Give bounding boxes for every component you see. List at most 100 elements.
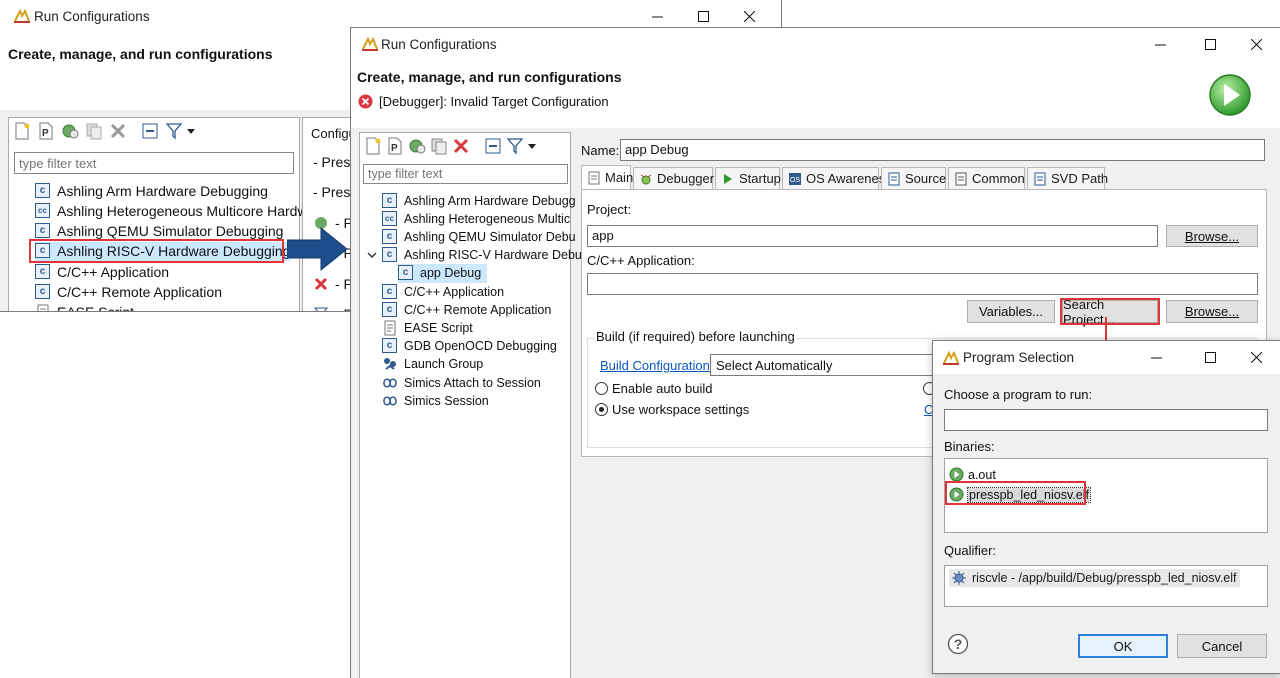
collapse-all-icon[interactable]	[141, 122, 159, 140]
bg-window-title: Run Configurations	[34, 9, 150, 24]
tree-item[interactable]: Launch Group	[382, 355, 483, 374]
close-button[interactable]	[1233, 28, 1279, 60]
tab-main[interactable]: Main	[581, 165, 633, 189]
bg-tree-item[interactable]: c C/C++ Application	[35, 262, 169, 281]
choose-program-label: Choose a program to run:	[944, 387, 1093, 402]
tree-item-label: Ashling RISC-V Hardware Debu	[404, 248, 582, 263]
delete-icon[interactable]	[109, 122, 127, 140]
cancel-label: Cancel	[1201, 638, 1243, 654]
tab-os-awareness[interactable]: OS OS Awareness	[782, 167, 892, 189]
tree-item[interactable]: Simics Attach to Session	[382, 373, 541, 392]
tree-item[interactable]: c Ashling RISC-V Hardware Debu	[382, 246, 582, 265]
source-tab-icon	[887, 172, 901, 186]
chevron-down-icon[interactable]	[367, 246, 377, 265]
dialog-minimize-button[interactable]	[1133, 341, 1179, 373]
bg-tree-item[interactable]: c Ashling RISC-V Hardware Debugging	[35, 241, 291, 261]
multicore-config-icon: cc	[382, 210, 398, 227]
bg-filter-input[interactable]	[14, 152, 294, 174]
project-label: Project:	[587, 202, 632, 217]
binary-item-label: a.out	[968, 467, 996, 482]
debugger-tab-icon	[639, 172, 653, 186]
tab-startup[interactable]: Startup	[715, 167, 781, 189]
cancel-button[interactable]: Cancel	[1177, 634, 1267, 658]
dropdown-arrow-icon[interactable]	[526, 137, 538, 155]
simics-icon	[382, 375, 398, 391]
project-browse-button[interactable]: Browse...	[1166, 225, 1258, 247]
new-config-icon[interactable]	[13, 122, 31, 140]
tree-item-app-debug[interactable]: c app Debug	[398, 263, 488, 283]
cpp-application-input[interactable]	[587, 273, 1258, 295]
maximize-button[interactable]	[1187, 28, 1233, 60]
export-config-icon[interactable]	[61, 122, 79, 140]
build-configuration-select[interactable]: Select Automatically	[710, 354, 940, 376]
duplicate-icon[interactable]	[430, 137, 448, 155]
tree-item[interactable]: cc Ashling Heterogeneous Multic	[382, 209, 570, 228]
export-config-icon[interactable]	[408, 137, 426, 155]
tree-item[interactable]: c C/C++ Application	[382, 282, 504, 301]
filter-input[interactable]	[363, 164, 568, 184]
new-prototype-icon[interactable]: P	[386, 137, 404, 155]
bg-tree-item[interactable]: c Ashling QEMU Simulator Debugging	[35, 222, 283, 241]
bg-tree-item-label: EASE Script	[57, 304, 134, 311]
tab-svd-path[interactable]: SVD Path	[1027, 167, 1108, 189]
dropdown-arrow-icon[interactable]	[185, 122, 197, 140]
bg-tree-item[interactable]: EASE Script	[35, 303, 134, 311]
bg-left-panel: P cAshling Arm Hardware DebuggingccAshli…	[8, 117, 308, 311]
minimize-button[interactable]	[1137, 28, 1183, 60]
qualifier-item[interactable]: riscvle - /app/build/Debug/presspb_led_n…	[949, 569, 1240, 587]
tree-item-label: Simics Session	[404, 393, 489, 408]
new-config-icon[interactable]	[364, 137, 382, 155]
eclipse-run-icon	[943, 351, 959, 365]
tree-item[interactable]: c Ashling QEMU Simulator Debu	[382, 227, 576, 246]
tree-item[interactable]: c C/C++ Remote Application	[382, 300, 551, 319]
binary-item[interactable]: a.out	[949, 465, 996, 484]
tree-item[interactable]: Simics Session	[382, 391, 489, 410]
tree-item[interactable]: EASE Script	[382, 318, 473, 337]
tab-label: Debugger	[657, 171, 715, 186]
ok-button[interactable]: OK	[1078, 634, 1168, 658]
project-browse-label: Browse...	[1184, 228, 1240, 244]
variables-label: Variables...	[978, 304, 1044, 319]
enable-auto-build-radio[interactable]	[595, 382, 608, 395]
c-config-icon: c	[35, 182, 51, 199]
tree-item[interactable]: c Ashling Arm Hardware Debugg	[382, 191, 576, 210]
name-input[interactable]: app Debug	[620, 139, 1265, 161]
tab-source[interactable]: Source	[881, 167, 946, 189]
build-configuration-link[interactable]: Build Configuration:	[600, 358, 713, 373]
tab-common[interactable]: Common	[948, 167, 1025, 189]
filter-icon	[313, 306, 329, 311]
collapse-all-icon[interactable]	[484, 137, 502, 155]
filter-icon[interactable]	[506, 137, 524, 155]
tab-debugger[interactable]: Debugger	[633, 167, 715, 189]
bg-tree-item-label: C/C++ Application	[57, 263, 170, 280]
bg-tree-item[interactable]: cc Ashling Heterogeneous Multicore Hardw	[35, 201, 308, 220]
choose-program-input[interactable]	[944, 409, 1268, 431]
filter-icon[interactable]	[165, 122, 183, 140]
variables-button[interactable]: Variables...	[967, 300, 1055, 323]
tab-label: OS Awareness	[806, 171, 892, 186]
bg-tree-item[interactable]: c C/C++ Remote Application	[35, 283, 222, 302]
project-input[interactable]: app	[587, 225, 1158, 247]
tree-item-label: Ashling Heterogeneous Multic	[404, 211, 571, 226]
cpp-browse-button[interactable]: Browse...	[1166, 300, 1258, 323]
bg-tree-item-label: C/C++ Remote Application	[57, 284, 222, 300]
delete-icon[interactable]	[452, 137, 470, 155]
main-tab-icon	[587, 171, 601, 185]
binary-item[interactable]: presspb_led_niosv.elf	[949, 485, 1091, 504]
c-config-icon: c	[382, 301, 398, 318]
bg-tree-item[interactable]: c Ashling Arm Hardware Debugging	[35, 181, 268, 200]
c-config-icon: c	[382, 338, 398, 354]
dialog-close-button[interactable]	[1233, 341, 1279, 373]
binary-run-icon	[949, 487, 965, 503]
duplicate-icon[interactable]	[85, 122, 103, 140]
program-selection-dialog: Program Selection Choose a program to ru…	[932, 340, 1280, 674]
minimize-icon	[1154, 44, 1166, 45]
help-icon[interactable]: ?	[947, 633, 969, 655]
use-workspace-settings-radio[interactable]	[595, 403, 608, 416]
dialog-maximize-button[interactable]	[1187, 341, 1233, 373]
binary-item-label: presspb_led_niosv.elf	[967, 486, 1091, 503]
tree-item-label: app Debug	[420, 266, 482, 281]
bg-tree-item-label: Ashling RISC-V Hardware Debugging	[57, 243, 291, 260]
tree-item[interactable]: c GDB OpenOCD Debugging	[382, 337, 557, 356]
new-prototype-icon[interactable]: P	[37, 122, 55, 140]
